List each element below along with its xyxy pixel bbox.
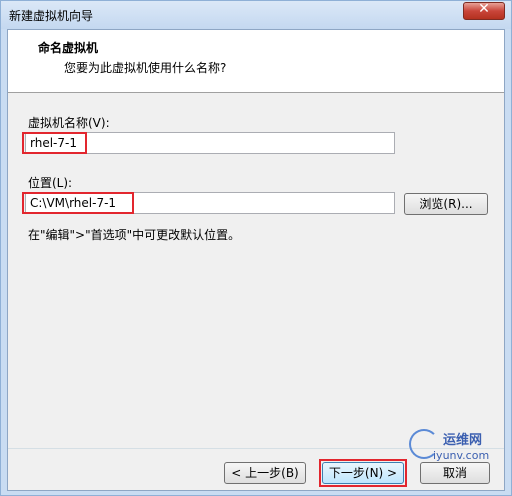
- watermark-url: iyunv.com: [433, 449, 490, 462]
- wizard-header: 命名虚拟机 您要为此虚拟机使用什么名称?: [8, 30, 504, 93]
- vm-name-label: 虚拟机名称(V):: [28, 116, 110, 130]
- title-bar: 新建虚拟机向导 ✕: [1, 1, 511, 29]
- watermark-text: 运维网: [443, 433, 483, 448]
- vm-name-highlight: [22, 132, 87, 154]
- page-title: 命名虚拟机: [38, 41, 99, 55]
- close-icon: ✕: [478, 1, 490, 17]
- location-highlight: [22, 192, 134, 214]
- location-label: 位置(L):: [28, 176, 73, 190]
- next-button-highlight: [319, 459, 407, 487]
- page-subtitle: 您要为此虚拟机使用什么名称?: [64, 61, 227, 75]
- browse-button[interactable]: 浏览(R)...: [404, 193, 488, 215]
- watermark: 运维网 iyunv.com: [409, 429, 501, 465]
- location-hint: 在"编辑">"首选项"中可更改默认位置。: [28, 228, 241, 242]
- wizard-content: 命名虚拟机 您要为此虚拟机使用什么名称? 虚拟机名称(V): 位置(L): 浏览…: [7, 29, 505, 491]
- close-button[interactable]: ✕: [463, 1, 505, 20]
- wizard-window: 新建虚拟机向导 ✕ 命名虚拟机 您要为此虚拟机使用什么名称? 虚拟机名称(V):…: [0, 0, 512, 496]
- window-title: 新建虚拟机向导: [9, 9, 94, 23]
- back-button[interactable]: < 上一步(B): [224, 462, 306, 484]
- cancel-button[interactable]: 取消: [420, 462, 490, 484]
